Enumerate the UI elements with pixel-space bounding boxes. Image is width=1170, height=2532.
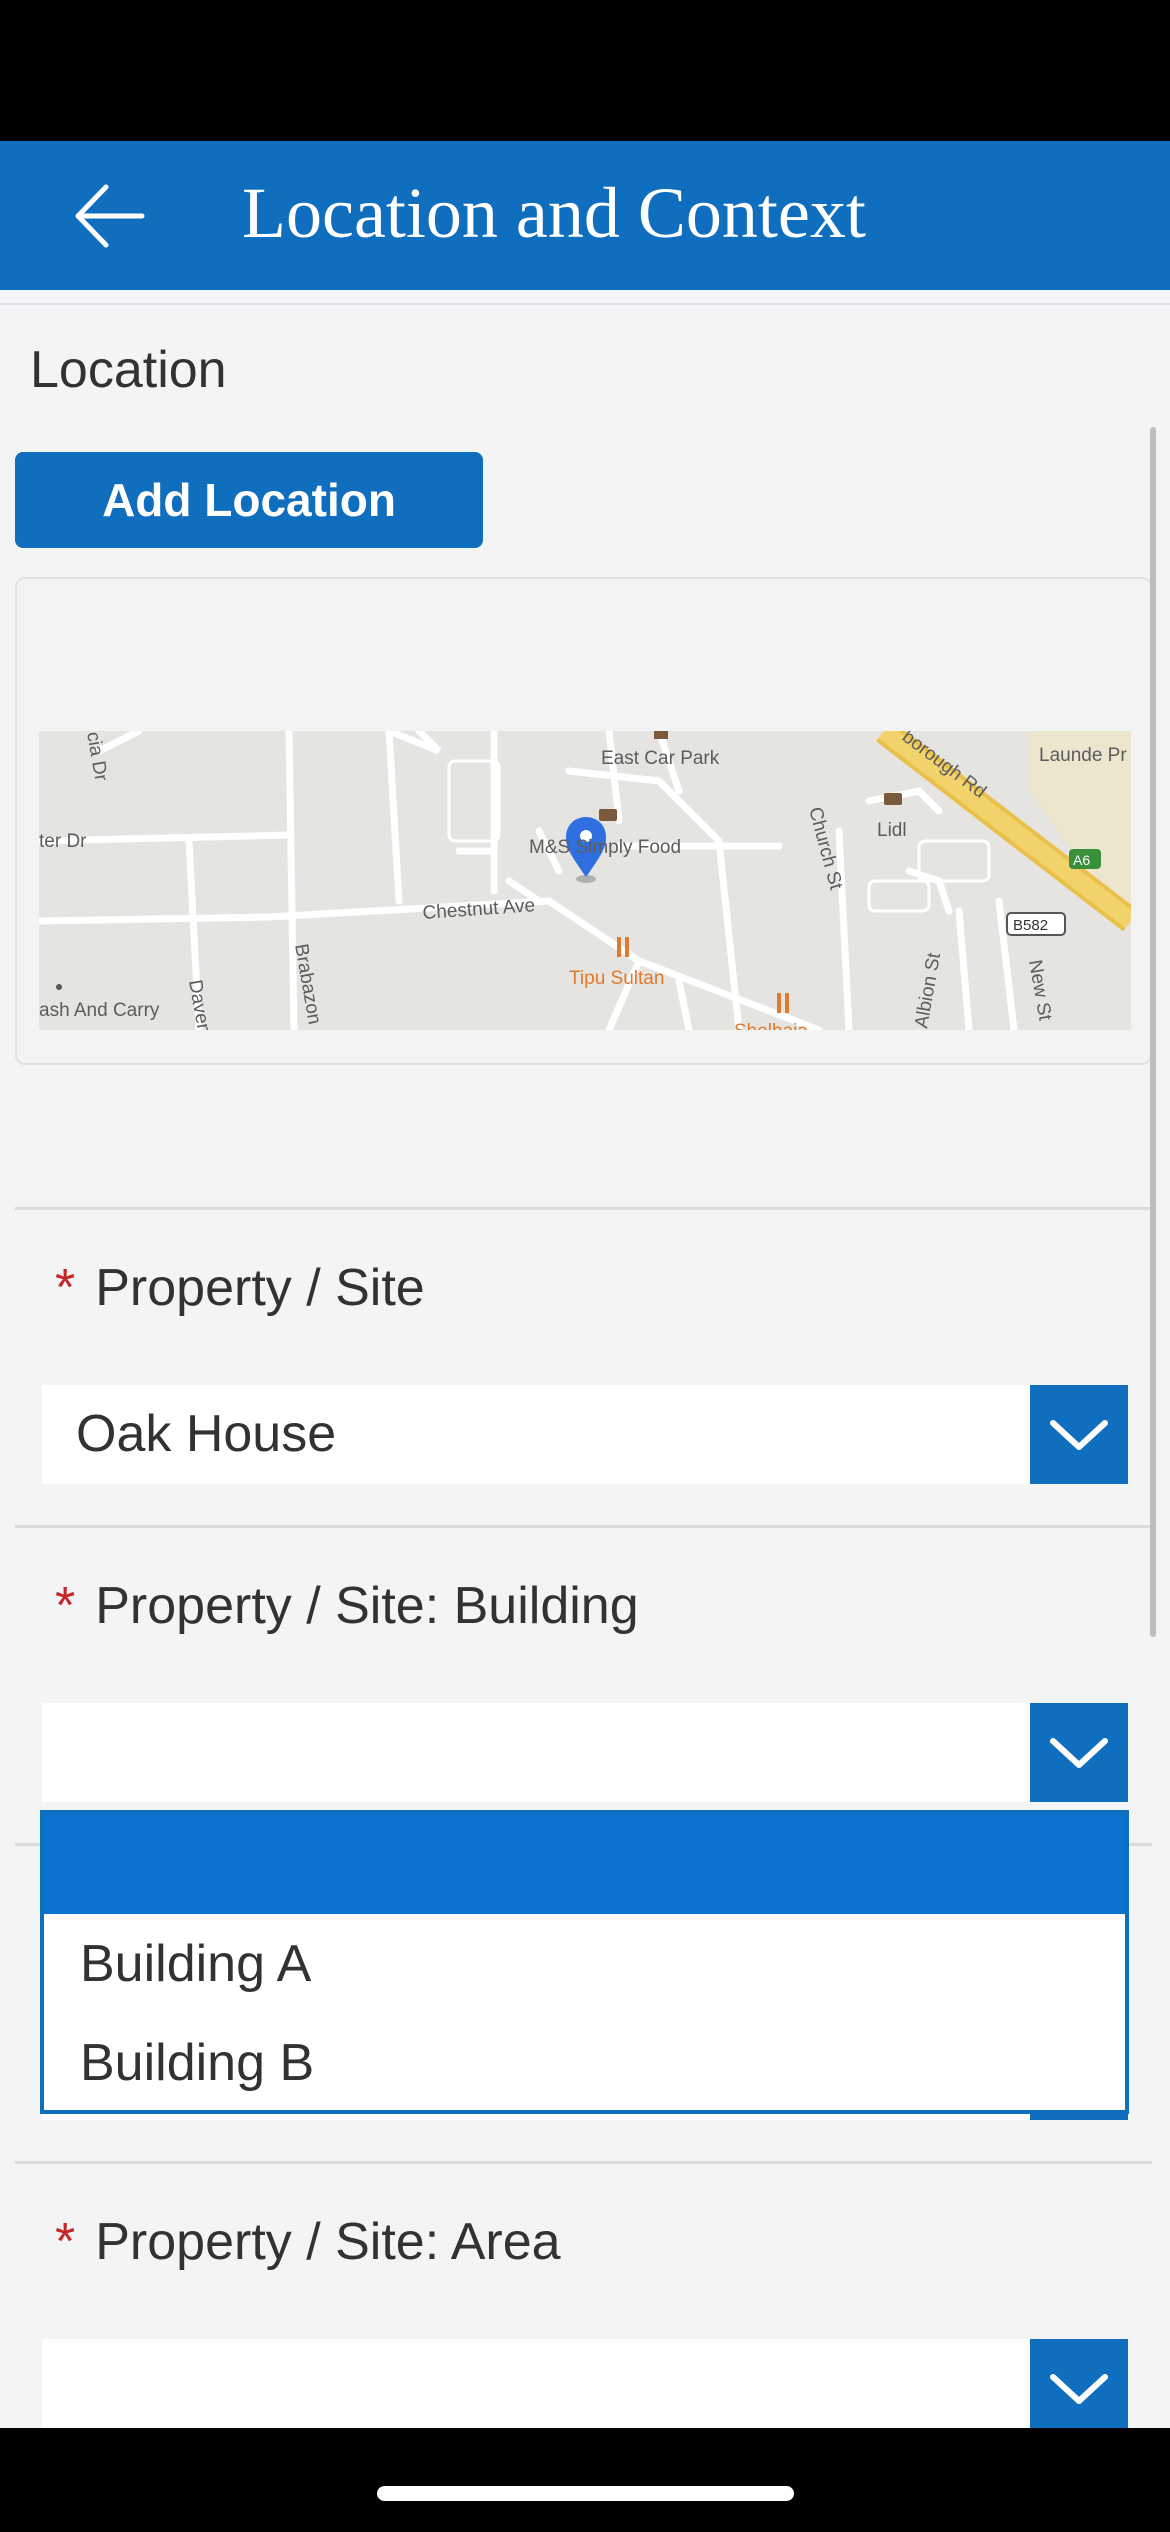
property-site-dropdown-button[interactable] [1030, 1385, 1128, 1484]
building-label-text: Property / Site: Building [95, 1577, 639, 1635]
building-dropdown-button[interactable] [1030, 1703, 1128, 1802]
app-header: Location and Context [0, 141, 1170, 290]
bottom-bar [0, 2428, 1170, 2532]
chevron-down-icon [1050, 1420, 1108, 1450]
required-marker: * [55, 1577, 76, 1635]
status-bar [0, 0, 1170, 141]
header-divider [0, 303, 1170, 305]
option-empty-selected[interactable] [44, 1814, 1125, 1914]
area-label: * Property / Site: Area [55, 2212, 561, 2272]
property-site-dropdown[interactable]: Oak House [42, 1385, 1128, 1484]
chevron-down-icon [1050, 2374, 1108, 2404]
option-building-b[interactable]: Building B [80, 2033, 314, 2093]
option-building-a[interactable]: Building A [80, 1934, 311, 1994]
map-label-east-car-park: East Car Park [601, 748, 720, 769]
map-label-ter-dr: ter Dr [39, 831, 87, 852]
page-title: Location and Context [242, 173, 866, 253]
add-location-button[interactable]: Add Location [15, 452, 483, 548]
map-label-a6: A6 [1073, 852, 1090, 868]
property-site-label-text: Property / Site [95, 1259, 425, 1317]
property-site-label: * Property / Site [55, 1258, 425, 1318]
map-label-lidl: Lidl [877, 820, 907, 841]
form-content[interactable]: Location Add Location East Car Park M&S … [0, 290, 1170, 2428]
chevron-down-icon [1050, 1738, 1108, 1768]
building-dropdown[interactable] [42, 1703, 1128, 1802]
back-button[interactable] [60, 171, 160, 261]
map-label-launde: Launde Pr [1039, 745, 1127, 766]
map-label-tipu-sultan: Tipu Sultan [569, 968, 664, 989]
arrow-left-icon [75, 184, 145, 248]
area-dropdown-button[interactable] [1030, 2339, 1128, 2428]
scrollbar[interactable] [1150, 427, 1156, 1637]
map-view[interactable]: East Car Park M&S Simply Food Lidl Chest… [39, 731, 1131, 1030]
map-canvas: East Car Park M&S Simply Food Lidl Chest… [39, 731, 1131, 1030]
area-dropdown[interactable] [42, 2339, 1128, 2428]
divider-location [15, 1207, 1152, 1210]
map-label-cash-and-carry: ash And Carry [39, 1000, 160, 1021]
required-marker: * [55, 1259, 76, 1317]
building-label: * Property / Site: Building [55, 1576, 639, 1636]
location-section-label: Location [30, 341, 227, 399]
map-label-b582: B582 [1013, 917, 1048, 934]
divider-floor [15, 2161, 1152, 2164]
map-label-ms-food: M&S Simply Food [529, 837, 681, 858]
required-marker: * [55, 2213, 76, 2271]
building-options-list: Building A Building B [40, 1810, 1129, 2114]
home-indicator[interactable] [377, 2486, 794, 2501]
map-card: East Car Park M&S Simply Food Lidl Chest… [15, 577, 1152, 1065]
divider-property-site [15, 1525, 1152, 1528]
property-site-value: Oak House [76, 1405, 337, 1463]
map-label-shelbaia: Shelbaia [734, 1021, 808, 1030]
area-label-text: Property / Site: Area [95, 2213, 561, 2271]
